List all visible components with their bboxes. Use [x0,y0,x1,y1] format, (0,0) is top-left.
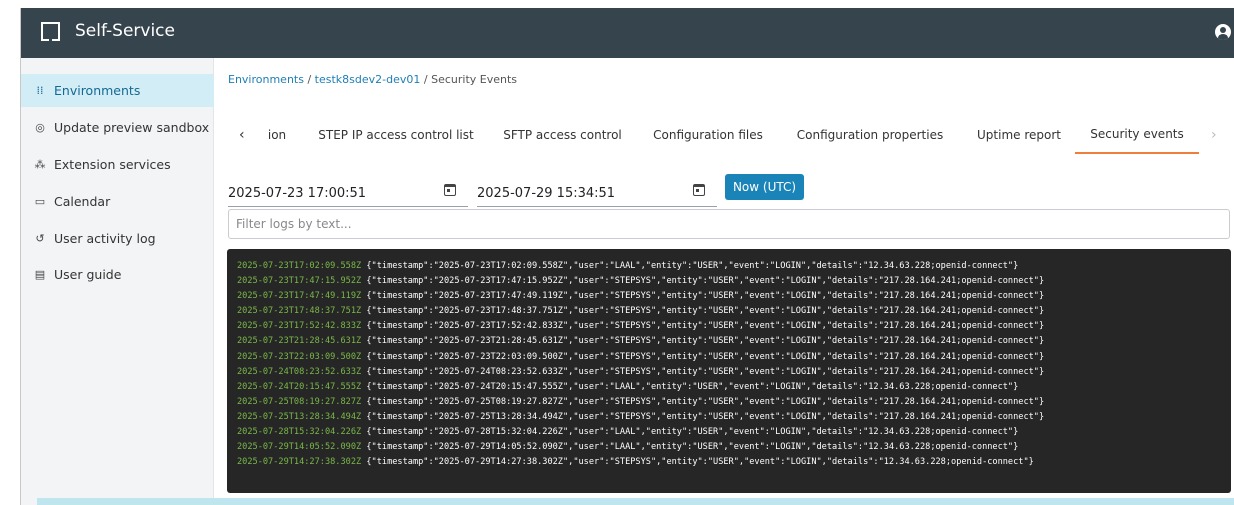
log-line: 2025-07-23T17:52:42.833Z {"timestamp":"2… [237,319,1231,334]
log-message: {"timestamp":"2025-07-23T17:47:15.952Z",… [366,276,1045,287]
log-timestamp: 2025-07-23T17:52:42.833Z [237,321,362,332]
log-line: 2025-07-23T22:03:09.500Z {"timestamp":"2… [237,350,1231,365]
to-calendar-icon[interactable] [693,184,705,196]
calendar-icon: ▭ [34,195,46,208]
log-message: {"timestamp":"2025-07-29T14:05:52.090Z",… [366,442,1019,453]
sidebar-item-user-guide[interactable]: ▤ User guide [21,258,214,291]
log-message: {"timestamp":"2025-07-24T08:23:52.633Z",… [366,366,1045,377]
breadcrumb-current: Security Events [431,73,518,86]
app-title: Self-Service [75,21,175,41]
tab-uptime-report[interactable]: Uptime report [975,116,1063,154]
tab-step-ip-access-control-list[interactable]: STEP IP access control list [317,116,475,154]
bottom-scroll-band [37,498,1234,505]
environments-icon: ⁞⁞ [36,84,44,97]
sidebar-item-label: Extension services [54,157,171,172]
book-icon: ▤ [34,268,46,281]
log-line: 2025-07-23T17:02:09.558Z {"timestamp":"2… [237,259,1231,274]
sandbox-icon: ◎ [35,121,45,134]
filter-logs-input[interactable]: Filter logs by text... [228,209,1230,239]
from-date-field[interactable]: 2025-07-23 17:00:51 [228,181,468,207]
log-timestamp: 2025-07-23T17:47:49.119Z [237,291,362,302]
sidebar-item-update-preview-sandbox[interactable]: ◎ Update preview sandbox [21,111,214,144]
now-utc-button[interactable]: Now (UTC) [725,174,804,200]
log-timestamp: 2025-07-24T08:23:52.633Z [237,366,362,377]
log-line: 2025-07-25T13:28:34.494Z {"timestamp":"2… [237,410,1231,425]
from-calendar-icon[interactable] [444,184,456,196]
sidebar-item-extension-services[interactable]: ⁂ Extension services [21,148,214,181]
sidebar-item-user-activity-log[interactable]: ↺ User activity log [21,222,214,255]
log-timestamp: 2025-07-29T14:27:38.302Z [237,457,362,468]
log-line: 2025-07-24T20:15:47.555Z {"timestamp":"2… [237,380,1231,395]
log-line: 2025-07-24T08:23:52.633Z {"timestamp":"2… [237,365,1231,380]
to-date-field[interactable]: 2025-07-29 15:34:51 [477,181,717,207]
tab-configuration-files[interactable]: Configuration files [650,116,766,154]
user-account-icon[interactable] [1215,24,1231,40]
log-message: {"timestamp":"2025-07-25T08:19:27.827Z",… [366,396,1045,407]
sidebar-item-label: User guide [54,267,122,282]
log-timestamp: 2025-07-23T22:03:09.500Z [237,351,362,362]
log-line: 2025-07-23T21:28:45.631Z {"timestamp":"2… [237,334,1231,349]
tabs-scroll-right-icon[interactable]: › [1211,127,1217,143]
log-timestamp: 2025-07-23T21:28:45.631Z [237,336,362,347]
sidebar-item-environments[interactable]: ⁞⁞ Environments [21,74,214,107]
log-line: 2025-07-29T14:27:38.302Z {"timestamp":"2… [237,455,1231,470]
log-message: {"timestamp":"2025-07-29T14:27:38.302Z",… [366,457,1034,468]
log-timestamp: 2025-07-23T17:47:15.952Z [237,276,362,287]
sidebar-item-label: Environments [54,83,141,98]
log-message: {"timestamp":"2025-07-25T13:28:34.494Z",… [366,411,1045,422]
breadcrumb-env-link[interactable]: testk8sdev2-dev01 [315,73,421,86]
log-line: 2025-07-28T15:32:04.226Z {"timestamp":"2… [237,425,1231,440]
sidebar-item-label: Calendar [54,194,111,209]
extension-icon: ⁂ [34,158,46,171]
log-line: 2025-07-25T08:19:27.827Z {"timestamp":"2… [237,395,1231,410]
breadcrumb-separator: / [420,73,432,86]
breadcrumb-separator: / [303,73,315,86]
tab-ion[interactable]: ion [257,116,297,154]
sidebar-item-label: Update preview sandbox [54,120,210,135]
log-message: {"timestamp":"2025-07-23T17:52:42.833Z",… [366,321,1045,332]
log-message: {"timestamp":"2025-07-23T22:03:09.500Z",… [366,351,1045,362]
log-timestamp: 2025-07-24T20:15:47.555Z [237,381,362,392]
tab-security-events[interactable]: Security events [1075,116,1199,154]
log-timestamp: 2025-07-25T08:19:27.827Z [237,396,362,407]
breadcrumb: Environments / testk8sdev2-dev01 / Secur… [228,73,517,86]
security-events-log: 2025-07-23T17:02:09.558Z {"timestamp":"2… [227,249,1231,493]
log-timestamp: 2025-07-28T15:32:04.226Z [237,427,362,438]
log-message: {"timestamp":"2025-07-23T17:02:09.558Z",… [366,261,1019,271]
sidebar-item-calendar[interactable]: ▭ Calendar [21,185,214,218]
tab-configuration-properties[interactable]: Configuration properties [790,116,950,154]
tab-bar: ‹ ion STEP IP access control list SFTP a… [215,116,1234,154]
app-window: Self-Service ⁞⁞ Environments ◎ Update pr… [20,8,1234,505]
log-message: {"timestamp":"2025-07-23T21:28:45.631Z",… [366,336,1045,347]
log-line: 2025-07-23T17:47:49.119Z {"timestamp":"2… [237,289,1231,304]
main-content: Environments / testk8sdev2-dev01 / Secur… [215,58,1234,505]
log-message: {"timestamp":"2025-07-23T17:48:37.751Z",… [366,306,1045,317]
sidebar: ⁞⁞ Environments ◎ Update preview sandbox… [21,58,214,505]
tab-sftp-access-control[interactable]: SFTP access control [500,116,625,154]
log-timestamp: 2025-07-29T14:05:52.090Z [237,442,362,453]
log-line: 2025-07-29T14:05:52.090Z {"timestamp":"2… [237,440,1231,455]
log-line: 2025-07-23T17:48:37.751Z {"timestamp":"2… [237,304,1231,319]
log-timestamp: 2025-07-23T17:02:09.558Z [237,261,362,271]
log-line: 2025-07-23T17:47:15.952Z {"timestamp":"2… [237,274,1231,289]
history-icon: ↺ [35,232,45,245]
log-message: {"timestamp":"2025-07-28T15:32:04.226Z",… [366,427,1019,438]
log-message: {"timestamp":"2025-07-23T17:47:49.119Z",… [366,291,1045,302]
app-logo-icon[interactable] [41,22,60,44]
tabs-scroll-left-icon[interactable]: ‹ [239,127,245,143]
log-timestamp: 2025-07-23T17:48:37.751Z [237,306,362,317]
log-timestamp: 2025-07-25T13:28:34.494Z [237,411,362,422]
sidebar-item-label: User activity log [54,231,156,246]
top-bar: Self-Service [21,8,1234,58]
log-message: {"timestamp":"2025-07-24T20:15:47.555Z",… [366,381,1019,392]
breadcrumb-environments-link[interactable]: Environments [228,73,304,86]
